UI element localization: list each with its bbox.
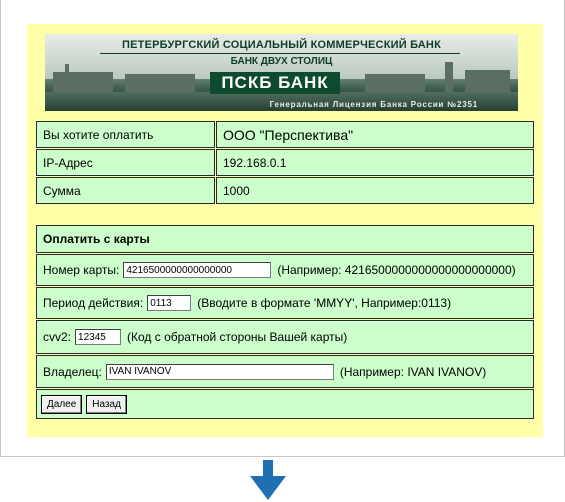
amount-label-cell: Сумма [36,177,215,204]
owner-hint: (Например: IVAN IVANOV) [339,364,487,379]
owner-label: Владелец: [43,364,102,379]
cvv-hint: (Код с обратной стороны Вашей карты) [127,330,348,344]
bank-license: Генеральная Лицензия Банка России №2351 [269,100,478,109]
bank-name: ПЕТЕРБУРГСКИЙ СОЦИАЛЬНЫЙ КОММЕРЧЕСКИЙ БА… [122,39,441,51]
ip-label-cell: IP-Адрес [36,149,215,176]
card-form-title: Оплатить с карты [43,232,150,246]
bank-logo: ПСКБ БАНК [210,72,340,94]
ip-value-cell: 192.168.0.1 [216,149,534,176]
amount-label: Сумма [43,183,81,198]
payee-label: Вы хотите оплатить [43,127,154,142]
next-button[interactable]: Далее [41,394,83,414]
amount-value-cell: 1000 [216,177,534,204]
card-number-input[interactable] [123,262,272,278]
down-arrow-icon [250,460,286,500]
cvv-input[interactable] [75,329,122,345]
bank-banner: ПЕТЕРБУРГСКИЙ СОЦИАЛЬНЫЙ КОММЕРЧЕСКИЙ БА… [45,34,518,111]
payee-label-cell: Вы хотите оплатить [36,121,215,148]
amount-value: 1000 [223,183,250,198]
payee-value: ООО "Перспектива" [223,126,354,143]
buttons-row: Далее Назад [36,389,534,419]
card-number-row: Номер карты: (Например: 4216500000000000… [36,254,534,286]
expiry-row: Период действия: (Вводите в формате 'MMY… [36,287,534,319]
expiry-hint: (Вводите в формате 'MMYY', Например:0113… [197,296,452,310]
ip-value: 192.168.0.1 [223,155,287,170]
owner-input[interactable] [105,363,334,380]
card-form-header: Оплатить с карты [36,225,534,253]
card-number-label: Номер карты: [43,263,120,277]
bank-slogan: БАНК ДВУХ СТОЛИЦ [230,56,333,67]
ip-label: IP-Адрес [43,155,93,170]
card-number-hint: (Например: 4216500000000000000000000) [277,263,516,277]
payee-value-cell: ООО "Перспектива" [216,121,534,148]
owner-row: Владелец: (Например: IVAN IVANOV) [36,355,534,388]
back-button[interactable]: Назад [86,394,127,414]
cvv-label: cvv2: [43,330,72,344]
expiry-input[interactable] [147,295,192,311]
cvv-row: cvv2: (Код с обратной стороны Вашей карт… [36,320,534,354]
expiry-label: Период действия: [43,296,144,310]
